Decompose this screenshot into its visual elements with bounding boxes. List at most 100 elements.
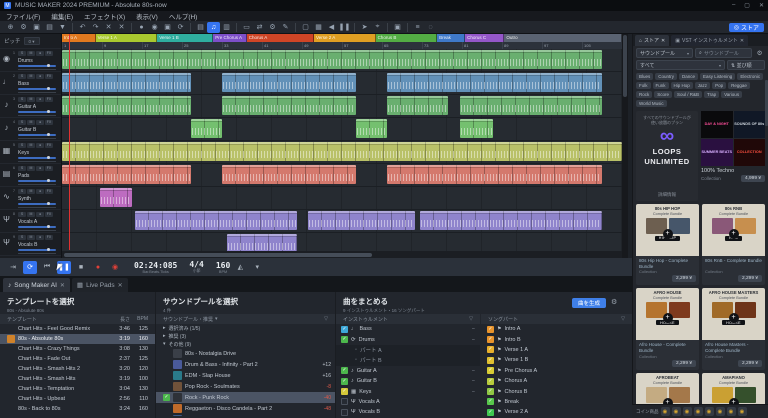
toolbar-icon[interactable]: ▢ <box>299 22 312 33</box>
genre-chip[interactable]: Reggae <box>728 82 750 89</box>
details-link[interactable]: 詳細情報 <box>658 192 676 198</box>
track-button[interactable]: M <box>27 97 35 102</box>
loop-button[interactable]: ⟳ <box>23 260 37 274</box>
filter-icon[interactable]: ▽ <box>324 316 328 322</box>
pan-slider[interactable] <box>18 184 56 185</box>
track-header[interactable]: ◉ 1 S M ● FX Drums <box>0 49 61 72</box>
song-part-marker[interactable]: Intro A <box>62 34 96 42</box>
clip[interactable] <box>221 96 356 115</box>
toolbar-icon[interactable]: ⚙ <box>266 22 279 33</box>
genre-chip[interactable]: Trap <box>704 91 720 98</box>
menu-item[interactable]: ヘルプ(H) <box>169 11 198 21</box>
track-button[interactable]: ● <box>36 120 44 125</box>
pan-slider[interactable] <box>18 115 56 116</box>
instrument-checkbox[interactable]: ✓ <box>341 367 348 375</box>
track-lane[interactable] <box>62 187 622 210</box>
product-card[interactable]: AFRO HOUSEComplete Bundle+HOUSEAfro Hous… <box>636 288 699 370</box>
part-checkbox[interactable]: ✓ <box>487 336 494 344</box>
track-button[interactable]: FX <box>45 189 53 194</box>
template-col-name[interactable]: テンプレート <box>7 316 108 323</box>
pan-slider[interactable] <box>18 138 56 139</box>
price-button[interactable]: 2,299 ¥ <box>671 275 696 283</box>
coin-icon[interactable]: ◉ <box>715 407 725 416</box>
collapse-icon[interactable]: − <box>472 378 475 384</box>
soundpool-item[interactable]: 80s - Nostalgia Drive <box>156 348 335 359</box>
part-checkbox[interactable]: ✓ <box>487 398 494 406</box>
toolbar-icon[interactable]: ◉ <box>148 22 161 33</box>
gear-icon[interactable]: ⚙ <box>754 48 765 58</box>
vertical-scrollbar[interactable] <box>622 34 628 258</box>
track-header[interactable]: ♩ 2 S M ● FX Bass <box>0 72 61 95</box>
instrument-row[interactable]: ✓ ▦ Keys − <box>336 386 480 396</box>
genre-chip[interactable]: Jazz <box>694 82 711 89</box>
metronome-caret[interactable]: ▾ <box>250 261 264 274</box>
genre-chip[interactable]: Score <box>654 91 673 98</box>
product-card[interactable]: 80s HIP HOP Complete Bundle + HIP HOP 80s Hi… <box>636 204 699 286</box>
track-button[interactable]: FX <box>45 97 53 102</box>
filter-icon[interactable]: ▽ <box>621 316 625 322</box>
template-row[interactable]: Chart Hits - Smash Hits 3:19 100 <box>0 374 155 384</box>
song-part-marker[interactable]: Chorus C <box>465 34 505 42</box>
part-checkbox[interactable]: ✓ <box>487 408 494 416</box>
volume-slider[interactable] <box>18 202 56 205</box>
pan-slider[interactable] <box>18 230 56 231</box>
midi-record-button[interactable]: ◉ <box>108 261 122 274</box>
volume-slider[interactable] <box>18 248 56 251</box>
clip[interactable] <box>386 73 603 92</box>
genre-chip[interactable]: World Music <box>636 100 667 107</box>
track-button[interactable]: ● <box>36 235 44 240</box>
track-button[interactable]: ● <box>36 51 44 56</box>
genre-chip[interactable]: Dance <box>679 73 699 80</box>
track-lane[interactable] <box>62 49 622 72</box>
volume-slider[interactable] <box>18 110 56 113</box>
toolbar-icon[interactable]: ⇄ <box>253 22 266 33</box>
track-button[interactable]: M <box>27 120 35 125</box>
soundpool-group[interactable]: ▾ その他 (9) <box>156 340 335 348</box>
track-lane[interactable] <box>62 118 622 141</box>
song-part-marker[interactable]: Chorus A <box>246 34 314 42</box>
instrument-row[interactable]: Ψ Vocals B <box>336 407 480 416</box>
track-button[interactable]: S <box>18 166 26 171</box>
clip[interactable] <box>62 142 622 161</box>
pitch-selector[interactable]: 0 ▾ <box>23 37 40 45</box>
track-button[interactable]: FX <box>45 166 53 171</box>
dock-tab-song-maker-ai[interactable]: ♪ Song Maker AI ✕ <box>3 278 70 292</box>
featured-price-button[interactable]: 4,999 ¥ <box>740 175 765 182</box>
clip[interactable] <box>386 96 449 115</box>
pan-slider[interactable] <box>18 253 56 254</box>
loops-unlimited-banner[interactable]: すべてのサウンドプールが 使い放題のプラン ∞ LOOPS UNLIMITED … <box>636 111 698 201</box>
product-card[interactable]: 80s RNBComplete Bundle+RNB80s RnB - Comp… <box>702 204 765 286</box>
featured-product[interactable]: DAY & NIGHT SOUNDS OF 80s SUMMER BEATS COLL… <box>701 111 765 201</box>
store-filter-select[interactable]: すべて ▾ <box>636 60 725 70</box>
menu-item[interactable]: 表示(V) <box>136 11 158 21</box>
clip[interactable] <box>459 96 603 115</box>
toolbar-icon[interactable]: ↶ <box>76 22 89 33</box>
track-button[interactable]: ● <box>36 97 44 102</box>
track-header[interactable]: ▦ 5 S M ● FX Keys <box>0 141 61 164</box>
toolbar-icon[interactable]: ▦ <box>312 22 325 33</box>
track-button[interactable]: M <box>27 235 35 240</box>
template-row[interactable]: Chart Hits - Crazy Things 3:08 130 <box>0 344 155 354</box>
part-checkbox[interactable]: ✓ <box>487 325 494 333</box>
toolbar-icon[interactable]: ◌ <box>424 22 437 33</box>
metronome-icon[interactable]: ◭ <box>233 261 247 274</box>
toolbar-icon[interactable]: ▼ <box>56 22 69 33</box>
soundpool-item[interactable]: ✓ Rock - Punk Rock -40 <box>156 392 335 403</box>
genre-chip[interactable]: Folk <box>636 82 651 89</box>
coin-icon[interactable]: ◉ <box>693 407 703 416</box>
song-part-row[interactable]: ✓ ⚑ Chorus B <box>481 386 632 396</box>
menu-item[interactable]: ファイル(F) <box>6 11 40 21</box>
instrument-checkbox[interactable] <box>341 398 348 406</box>
soundpool-item[interactable]: Ambient - Miles Away-56 <box>156 414 335 416</box>
instrument-checkbox[interactable]: ✓ <box>341 325 348 333</box>
toolbar-icon[interactable]: ≡ <box>411 22 424 33</box>
song-part-row[interactable]: ✓ ⚑ Verse 1 B <box>481 355 632 365</box>
part-checkbox[interactable]: ✓ <box>487 377 494 385</box>
toolbar-icon[interactable]: ✎ <box>279 22 292 33</box>
track-header[interactable]: Ψ 9 S M ● FX Vocals B <box>0 233 61 256</box>
volume-slider[interactable] <box>18 179 56 182</box>
toolbar-icon[interactable]: ⟳ <box>174 22 187 33</box>
track-button[interactable]: ● <box>36 189 44 194</box>
time-signature[interactable]: 4/4 小節 <box>189 260 203 274</box>
track-button[interactable]: S <box>18 189 26 194</box>
